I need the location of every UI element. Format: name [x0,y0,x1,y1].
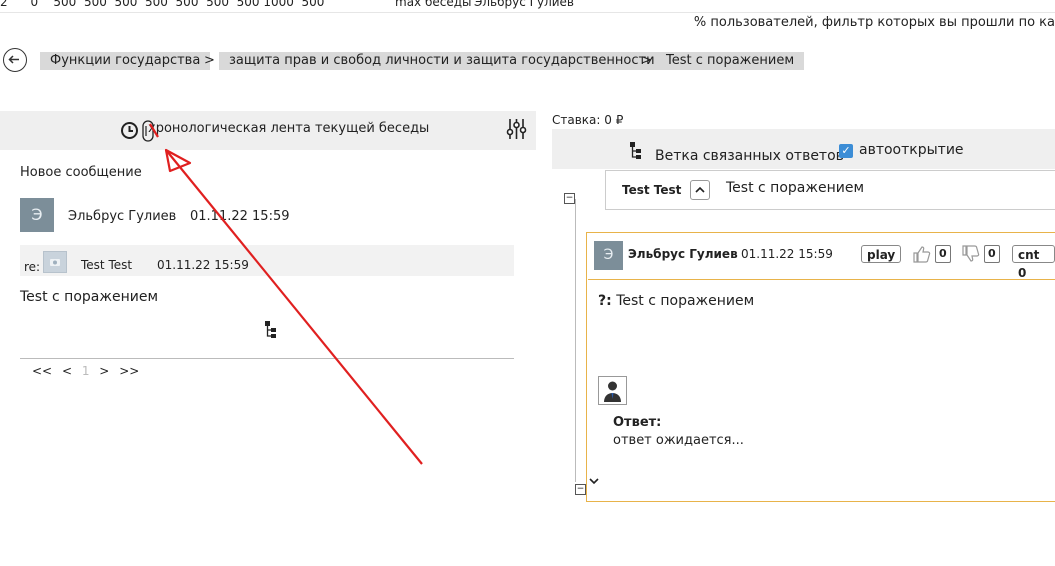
message-author[interactable]: Эльбрус Гулиев [628,247,738,261]
breadcrumb-item-protection[interactable]: защита прав и свобод личности и защита г… [219,52,665,70]
topic-author[interactable]: Test Test [622,183,681,197]
collapse-toggle[interactable]: − [564,193,575,204]
chevron-down-icon[interactable] [588,472,600,491]
branch-tree-icon[interactable] [264,320,278,344]
pager-first[interactable]: << [32,364,52,378]
post-date: 01.11.22 15:59 [190,209,290,224]
tree-line [575,199,576,482]
pager-prev[interactable]: < [62,364,72,378]
clock-icon[interactable] [120,121,139,144]
filter-settings-icon[interactable] [506,117,527,145]
stake-label: Ставка: 0 ₽ [552,113,624,127]
dislikes-count: 0 [984,245,1000,263]
breadcrumb-item-topic[interactable]: Test с поражением [656,52,805,70]
expert-avatar-icon [598,376,627,405]
filter-note: % пользователей, фильтр которых вы прошл… [693,15,1055,30]
new-message-label: Новое сообщение [20,165,142,180]
breadcrumb-separator: > [204,53,215,68]
chevron-up-icon[interactable] [690,180,710,200]
avatar: Э [594,241,623,270]
autoopen-checkbox[interactable]: ✓ [839,144,853,158]
camera-icon [43,251,67,273]
autoopen-label: автооткрытие [859,142,964,158]
thumbs-up-icon[interactable] [912,245,932,267]
breadcrumb-item-functions[interactable]: Функции государства [40,52,211,70]
branch-label: Ветка связанных ответов [655,148,844,164]
timeline-title: хронологическая лента текущей беседы [148,121,430,136]
answer-text: ответ ожидается... [613,433,744,448]
breadcrumb-separator: > [641,53,652,68]
reply-prefix: re: [24,260,41,274]
question-prefix: ?: [598,293,612,309]
max-label: max беседы [395,0,472,9]
post-author[interactable]: Эльбрус Гулиев [68,209,176,224]
likes-count: 0 [935,245,951,263]
reply-author[interactable]: Test Test [81,258,132,272]
branch-tree-icon [629,141,643,165]
pager: << < 1 > >> [32,364,145,378]
answer-label: Ответ: [613,415,662,430]
cnt-button[interactable]: cnt 0 [1012,245,1055,280]
pager-last[interactable]: >> [119,364,139,378]
top-divider [0,12,1055,13]
message-date: 01.11.22 15:59 [741,247,833,261]
left-divider [20,358,514,359]
topic-title: Test с поражением [726,180,865,196]
top-stats-numbers: 2 0 500 500 500 500 500 500 500 1000 500 [0,0,325,9]
question-text: Test с поражением [616,293,755,309]
play-button[interactable]: play [861,245,902,263]
reply-date: 01.11.22 15:59 [157,258,249,272]
message-text: Test с поражением [20,289,159,305]
back-icon[interactable] [3,48,27,72]
avatar: Э [20,198,54,232]
pager-next[interactable]: > [99,364,109,378]
thumbs-down-icon[interactable] [961,245,981,267]
pager-current: 1 [81,364,90,378]
collapse-toggle[interactable]: − [575,484,586,495]
question-line: ?: Test с поражением [598,293,754,309]
top-author: Эльбрус Гулиев [474,0,574,9]
